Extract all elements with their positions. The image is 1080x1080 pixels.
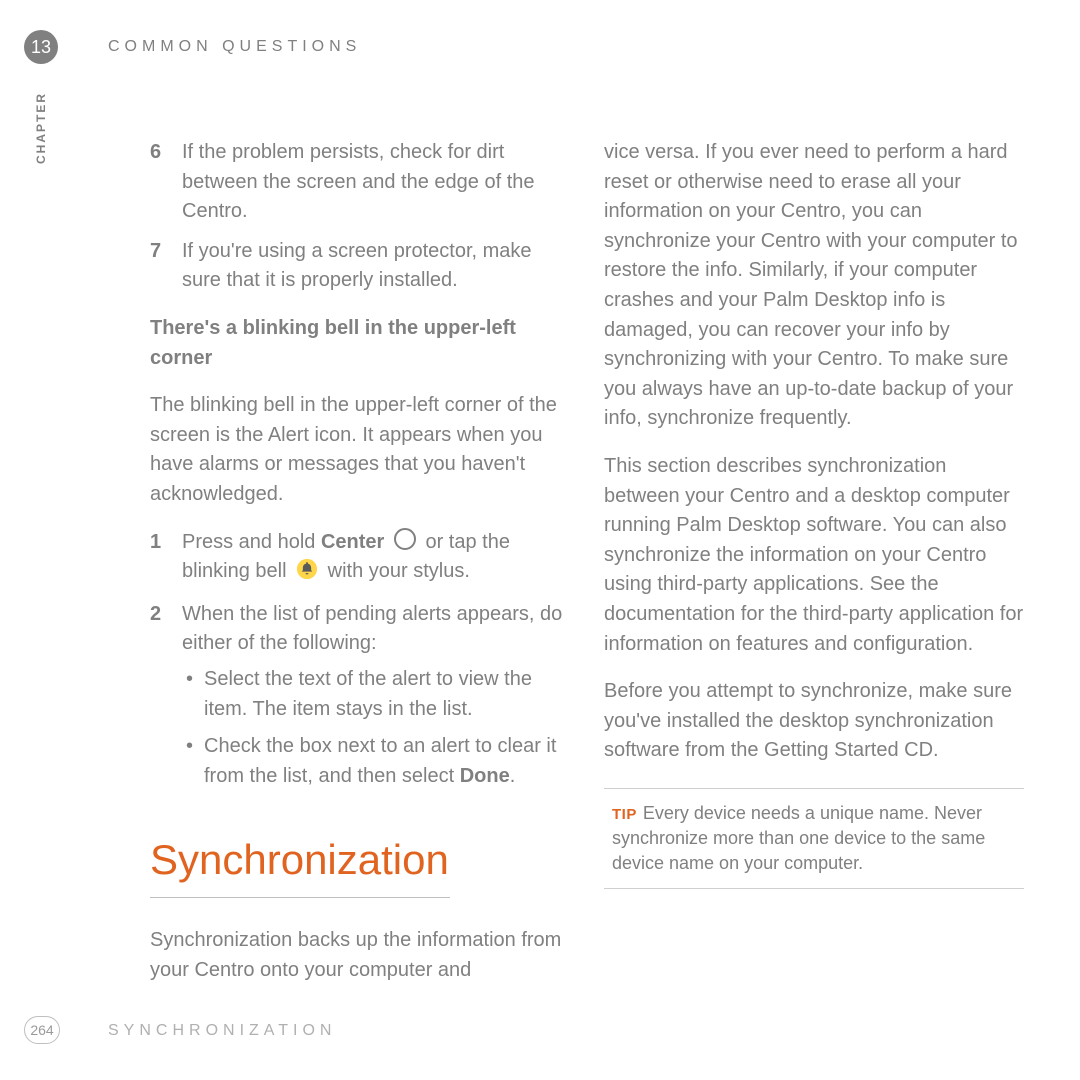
list-text: Press and hold Center or tap the blinkin…	[182, 528, 570, 590]
subheading: There's a blinking bell in the upper-lef…	[150, 314, 570, 373]
list-item: Check the box next to an alert to clear …	[182, 732, 570, 791]
tip-label: TIP	[612, 806, 637, 823]
bullet-list: Select the text of the alert to view the…	[182, 665, 570, 791]
numbered-list-steps: 1 Press and hold Center or tap the blink…	[150, 528, 570, 800]
center-button-icon	[394, 528, 416, 550]
numbered-list-top: 6 If the problem persists, check for dir…	[150, 138, 570, 296]
list-item: 1 Press and hold Center or tap the blink…	[150, 528, 570, 590]
chapter-vertical-label: CHAPTER	[34, 92, 48, 164]
list-item: 2 When the list of pending alerts appear…	[150, 600, 570, 800]
right-column: vice versa. If you ever need to perform …	[604, 138, 1024, 1004]
list-item: Select the text of the alert to view the…	[182, 665, 570, 724]
paragraph: This section describes synchronization b…	[604, 452, 1024, 659]
paragraph: vice versa. If you ever need to perform …	[604, 138, 1024, 434]
page-number: 264	[24, 1016, 60, 1044]
text-fragment: with your stylus.	[322, 560, 470, 582]
heading-rule	[150, 897, 450, 898]
list-number: 7	[150, 237, 182, 296]
tip-text: Every device needs a unique name. Never …	[612, 803, 985, 873]
list-number: 1	[150, 528, 182, 590]
section-heading: Synchronization	[150, 829, 570, 891]
list-text: When the list of pending alerts appears,…	[182, 600, 570, 800]
list-number: 2	[150, 600, 182, 800]
list-text: If the problem persists, check for dirt …	[182, 138, 570, 227]
left-column: 6 If the problem persists, check for dir…	[150, 138, 570, 1004]
list-text: If you're using a screen protector, make…	[182, 237, 570, 296]
bold-text: Done	[460, 765, 510, 787]
bell-icon	[296, 558, 318, 590]
bold-text: Center	[321, 531, 384, 553]
text-fragment: Press and hold	[182, 531, 321, 553]
chapter-number-badge: 13	[24, 30, 58, 64]
content-area: 6 If the problem persists, check for dir…	[150, 138, 1030, 1004]
paragraph: The blinking bell in the upper-left corn…	[150, 391, 570, 509]
list-item: 7 If you're using a screen protector, ma…	[150, 237, 570, 296]
list-item: 6 If the problem persists, check for dir…	[150, 138, 570, 227]
paragraph: Before you attempt to synchronize, make …	[604, 677, 1024, 766]
text-fragment: When the list of pending alerts appears,…	[182, 603, 562, 655]
tip-box: TIPEvery device needs a unique name. Nev…	[604, 788, 1024, 890]
footer-title: SYNCHRONIZATION	[108, 1022, 336, 1040]
chapter-title: COMMON QUESTIONS	[108, 38, 361, 56]
text-fragment: .	[510, 765, 516, 787]
paragraph: Synchronization backs up the information…	[150, 926, 570, 985]
list-number: 6	[150, 138, 182, 227]
